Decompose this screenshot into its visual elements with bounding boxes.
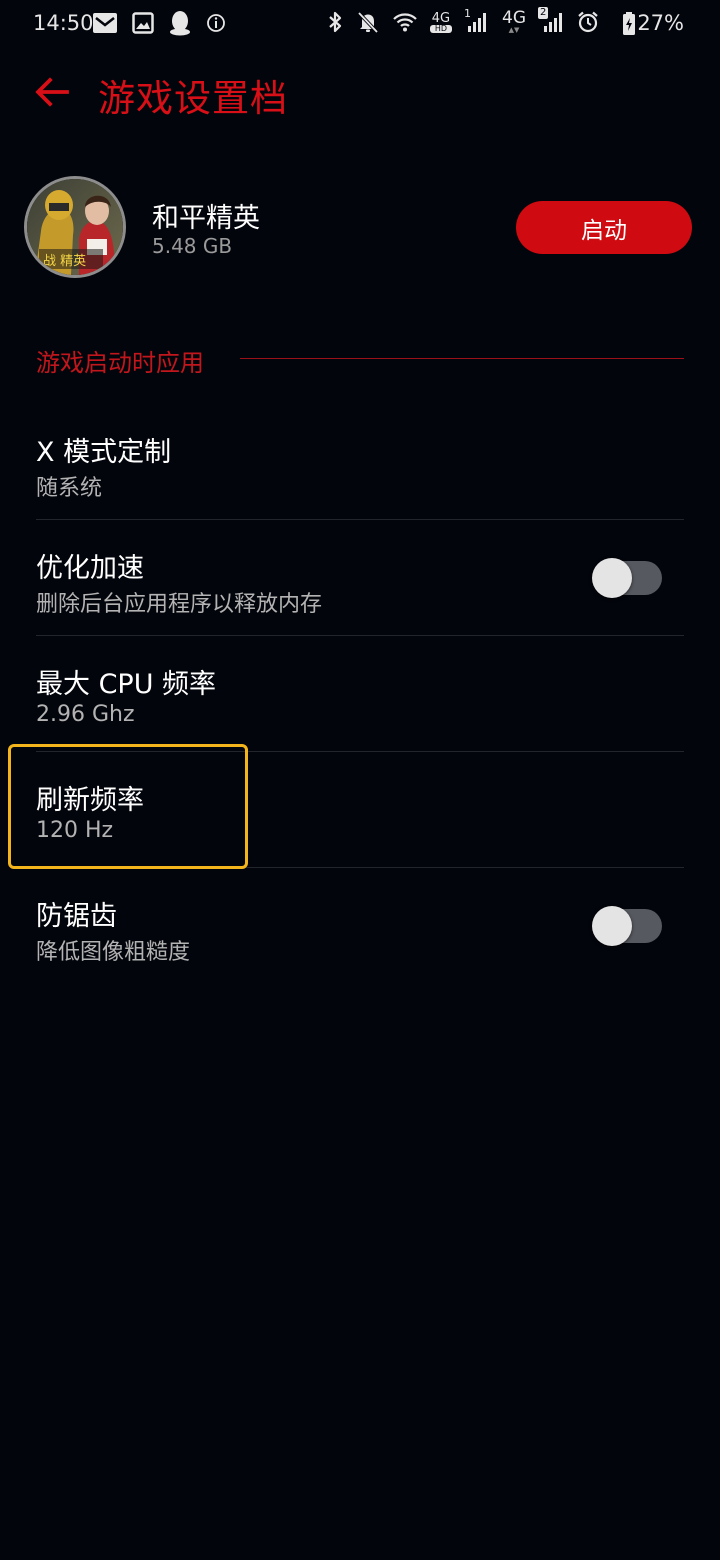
back-button[interactable] (28, 68, 76, 116)
game-size: 5.48 GB (152, 234, 233, 258)
notifications-muted-icon (357, 11, 379, 34)
net-type-label: 4G (431, 10, 451, 26)
game-name: 和平精英 (152, 203, 260, 234)
battery-percent: 27% (637, 11, 684, 35)
setting-value: 2.96 Ghz (36, 702, 135, 727)
setting-refresh-rate[interactable]: 刷新频率 120 Hz (36, 752, 684, 868)
page-title: 游戏设置档 (98, 77, 288, 120)
game-art-label: 战 精英 (43, 254, 86, 269)
section-header: 游戏启动时应用 (36, 343, 684, 379)
signal-icon (468, 13, 486, 32)
qq-icon (170, 11, 190, 36)
hd-badge: HD (429, 24, 452, 33)
net-type-label-2: 4G (502, 8, 526, 28)
setting-title: X 模式定制 (36, 437, 172, 468)
volte-hd-icon: 4G HD (429, 10, 452, 33)
status-time: 14:50 (33, 11, 94, 35)
toggle-thumb (592, 558, 632, 598)
setting-max-cpu-frequency[interactable]: 最大 CPU 频率 2.96 Ghz (36, 636, 684, 752)
setting-title: 防锯齿 (36, 901, 117, 932)
app-bar: 游戏设置档 (0, 60, 720, 130)
game-art-image: 战 精英 (27, 179, 123, 275)
bluetooth-icon (329, 11, 341, 33)
setting-description: 删除后台应用程序以释放内存 (36, 592, 323, 617)
mobile-data-icon: 4G ▲▼ (502, 10, 526, 34)
sim1-signal: 1 (464, 7, 490, 34)
notification-icons (92, 10, 226, 36)
setting-title: 优化加速 (36, 553, 144, 584)
back-arrow-icon (35, 77, 69, 107)
setting-value: 120 Hz (36, 818, 114, 843)
section-divider (240, 358, 684, 359)
setting-anti-aliasing[interactable]: 防锯齿 降低图像粗糙度 (36, 868, 684, 984)
image-icon (132, 12, 154, 34)
section-title: 游戏启动时应用 (36, 349, 204, 377)
setting-description: 降低图像粗糙度 (36, 940, 191, 965)
system-status-icons: 4G HD 1 4G ▲▼ 2 (326, 7, 600, 34)
setting-value: 随系统 (36, 476, 103, 501)
signal-icon (544, 13, 562, 32)
optimize-boost-toggle[interactable] (592, 558, 662, 598)
game-header: 战 精英 和平精英 5.48 GB 启动 (0, 176, 720, 286)
launch-button[interactable]: 启动 (516, 201, 692, 254)
toggle-thumb (592, 906, 632, 946)
battery-charging-icon (623, 12, 635, 35)
setting-title: 刷新频率 (36, 785, 144, 816)
mail-icon (93, 13, 117, 33)
screen: 14:50 4G HD 1 4G ▲▼ 2 27% 游戏设置档 战 精英 和平精… (0, 0, 720, 1560)
alarm-icon (578, 11, 598, 33)
setting-x-mode[interactable]: X 模式定制 随系统 (36, 404, 684, 520)
setting-optimize-boost[interactable]: 优化加速 删除后台应用程序以释放内存 (36, 520, 684, 636)
setting-title: 最大 CPU 频率 (36, 669, 217, 700)
game-avatar: 战 精英 (27, 179, 123, 275)
sim2-signal: 2 (538, 7, 564, 34)
info-icon (207, 14, 225, 32)
data-arrows-icon: ▲▼ (508, 26, 520, 34)
anti-aliasing-toggle[interactable] (592, 906, 662, 946)
status-bar: 14:50 4G HD 1 4G ▲▼ 2 27% (0, 0, 720, 48)
wifi-icon (393, 13, 417, 32)
